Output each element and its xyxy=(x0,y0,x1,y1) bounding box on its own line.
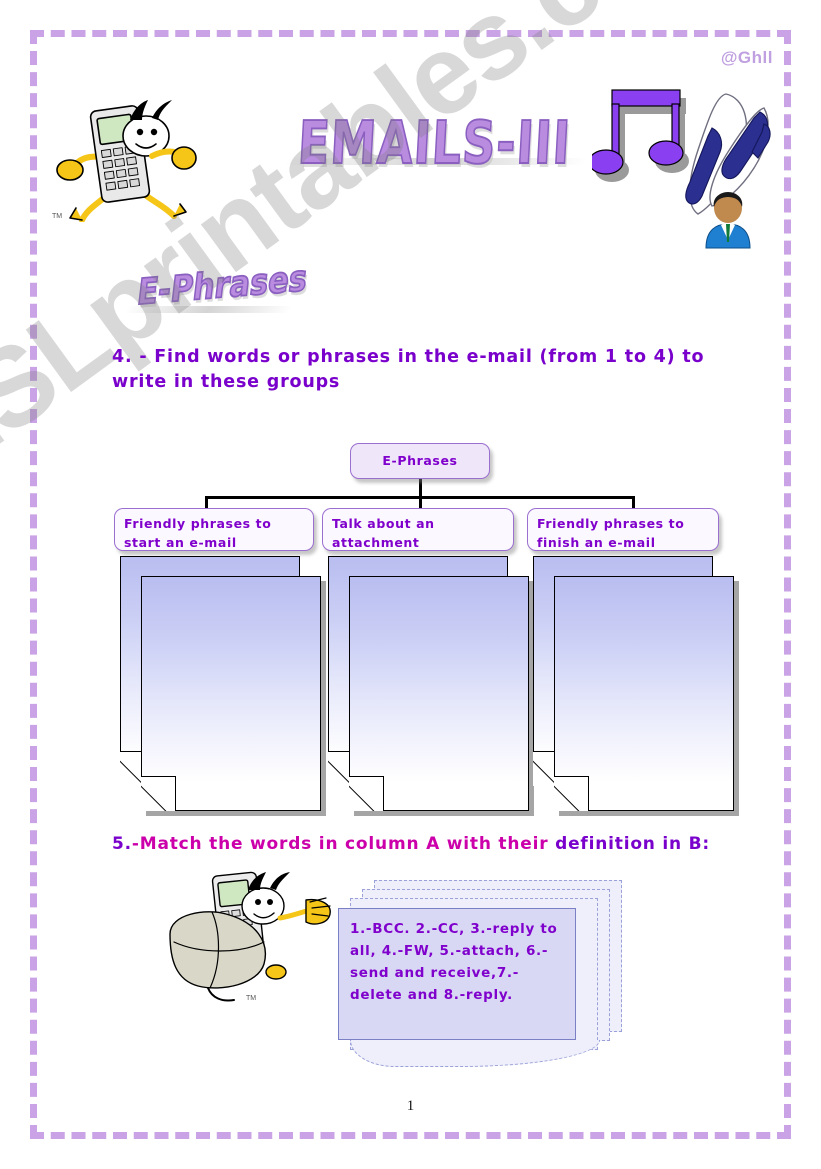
page-number: 1 xyxy=(406,1098,415,1114)
diagram-root-box: E-Phrases xyxy=(350,443,490,479)
diagram-branch-start: Friendly phrases to start an e-mail xyxy=(114,508,314,551)
cellphone-mascot-icon: TM xyxy=(48,82,198,223)
exercise-5-text-secondary: definition in B: xyxy=(555,834,711,854)
exercise-5-text-primary: -Match the words in column A with their xyxy=(131,834,556,854)
page-fold-corner xyxy=(141,776,176,811)
author-credit: @Ghll xyxy=(720,48,773,67)
page-title: EMAILS-III xyxy=(295,107,573,178)
answer-paper-stack-2[interactable] xyxy=(322,556,537,836)
contact-person-icon xyxy=(700,188,756,250)
exercise-5-instruction: 5.-Match the words in column A with thei… xyxy=(112,832,752,857)
exercise-5-number: 5. xyxy=(112,834,132,854)
word-list-card-stack: 1.-BCC. 2.-CC, 3.-reply to all, 4.-FW, 5… xyxy=(338,880,658,1067)
connector-root-vertical xyxy=(419,479,422,497)
page-fold-corner xyxy=(554,776,589,811)
diagram-branch-finish: Friendly phrases to finish an e-mail xyxy=(527,508,719,551)
worksheet-page: @Ghll TM EMAILS-III E-Phrases ESLprintab… xyxy=(0,0,821,1169)
answer-paper-stack-1[interactable] xyxy=(114,556,329,836)
word-list-card: 1.-BCC. 2.-CC, 3.-reply to all, 4.-FW, 5… xyxy=(338,908,576,1040)
svg-text:TM: TM xyxy=(246,995,256,1002)
svg-text:TM: TM xyxy=(52,213,62,220)
exercise-4-instruction: 4. - Find words or phrases in the e-mail… xyxy=(112,345,762,396)
exercise-4-text: Find words or phrases in the e-mail (fro… xyxy=(112,347,705,393)
card-curved-edge xyxy=(350,1040,600,1067)
computer-mouse-mascot-icon: TM xyxy=(160,868,350,1003)
paper-sheet-front[interactable] xyxy=(554,576,734,811)
page-fold-corner xyxy=(349,776,384,811)
paper-sheet-front[interactable] xyxy=(349,576,529,811)
diagram-branch-attachment: Talk about an attachment xyxy=(322,508,514,551)
paper-sheet-front[interactable] xyxy=(141,576,321,811)
exercise-4-number: 4. - xyxy=(112,347,155,367)
answer-paper-stack-3[interactable] xyxy=(527,556,742,836)
